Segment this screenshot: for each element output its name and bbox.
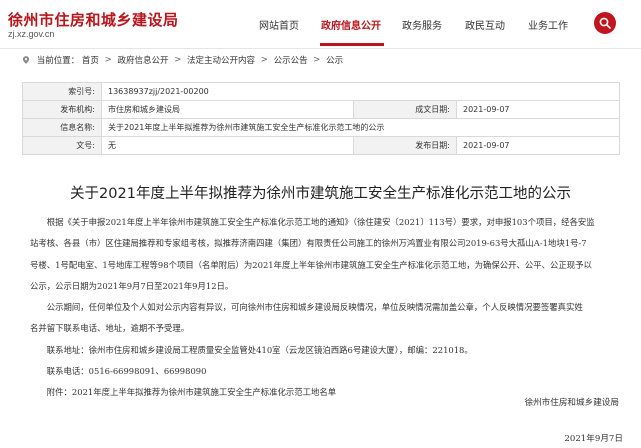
date-value: 2021-09-07 (456, 100, 620, 119)
org-value: 市住房和城乡建设局 (101, 100, 354, 119)
meta-row-org: 发布机构: 市住房和城乡建设局 成文日期: 2021-09-07 (22, 100, 620, 119)
body-line: 公示期间，任何单位及个人如对公示内容有异议，可向徐州市住房和城乡建设局反映情况，… (46, 302, 583, 313)
breadcrumb-prefix: 当前位置： (36, 56, 80, 66)
index-value: 13638937zjj/2021-00200 (101, 82, 620, 101)
body-line: 站考核、各县（市）区住建局推荐和专家组考核，拟推荐济南四建（集团）有限责任公司施… (30, 238, 587, 249)
breadcrumb-separator: > (260, 55, 268, 65)
body-line: 名并留下联系电话、地址，逾期不予受理。 (30, 323, 190, 334)
nav-active-underline (320, 43, 384, 46)
site-header: 徐州市住房和城乡建设局 zj.xz.gov.cn 网站首页 政府信息公开 政务服… (0, 0, 641, 49)
info-meta-table: 索引号: 13638937zjj/2021-00200 发布机构: 市住房和城乡… (22, 82, 620, 155)
signature-date: 2021年9月7日 (564, 434, 623, 444)
nav-services[interactable]: 政务服务 (402, 17, 442, 32)
nav-home[interactable]: 网站首页 (259, 17, 299, 32)
breadcrumb-separator: > (174, 55, 182, 65)
breadcrumb-notice[interactable]: 公示 (326, 56, 343, 66)
article-body: 根据《关于申报2021年度上半年徐州市建筑施工安全生产标准化示范工地的通知》（徐… (30, 212, 624, 404)
site-domain: zj.xz.gov.cn (8, 29, 55, 39)
index-label: 索引号: (22, 82, 102, 101)
org-label: 发布机构: (22, 100, 102, 119)
breadcrumb-separator: > (104, 55, 112, 65)
meta-row-doc: 文号: 无 发布日期: 2021-09-07 (22, 136, 620, 155)
signature-org: 徐州市住房和城乡建设局 (524, 398, 619, 408)
body-line: 公示，公示日期为2021年9月7日至2021年9月12日。 (30, 280, 234, 291)
nav-gov-info[interactable]: 政府信息公开 (321, 17, 381, 32)
pub-date-value: 2021-09-07 (456, 136, 620, 155)
breadcrumb-gov-info[interactable]: 政府信息公开 (117, 56, 168, 66)
name-value: 关于2021年度上半年拟推荐为徐州市建筑施工安全生产标准化示范工地的公示 (101, 118, 620, 137)
contact-address: 联系地址：徐州市住房和城乡建设局工程质量安全监管处410室（云龙区镜泊西路6号建… (46, 344, 473, 355)
body-line: 号楼、1号配电室、1号地库工程等98个项目（名单附后）为2021年度上半年徐州市… (30, 259, 592, 270)
article-title: 关于2021年度上半年拟推荐为徐州市建筑施工安全生产标准化示范工地的公示 (70, 186, 571, 202)
site-title[interactable]: 徐州市住房和城乡建设局 (8, 9, 179, 30)
body-line: 根据《关于申报2021年度上半年徐州市建筑施工安全生产标准化示范工地的通知》（徐… (46, 217, 595, 227)
meta-row-name: 信息名称: 关于2021年度上半年拟推荐为徐州市建筑施工安全生产标准化示范工地的… (22, 118, 620, 137)
breadcrumb-legal-disclosure[interactable]: 法定主动公开内容 (187, 56, 255, 66)
doc-value: 无 (101, 136, 354, 155)
name-label: 信息名称: (22, 118, 102, 137)
contact-phone: 联系电话：0516-66998091、66998090 (46, 366, 207, 377)
pub-date-label: 发布日期: (353, 136, 457, 155)
breadcrumb-separator: > (313, 55, 321, 65)
date-label: 成文日期: (353, 100, 457, 119)
nav-business[interactable]: 业务工作 (528, 17, 568, 32)
doc-label: 文号: (22, 136, 102, 155)
breadcrumb-home[interactable]: 首页 (82, 56, 99, 66)
breadcrumb-announcements[interactable]: 公示公告 (274, 56, 308, 66)
search-button[interactable] (594, 12, 616, 34)
search-icon (599, 17, 611, 29)
location-pin-icon (22, 55, 30, 64)
nav-interaction[interactable]: 政民互动 (465, 17, 505, 32)
meta-row-index: 索引号: 13638937zjj/2021-00200 (22, 82, 620, 101)
breadcrumb: 当前位置： 首页 > 政府信息公开 > 法定主动公开内容 > 公示公告 > 公示 (22, 54, 343, 68)
